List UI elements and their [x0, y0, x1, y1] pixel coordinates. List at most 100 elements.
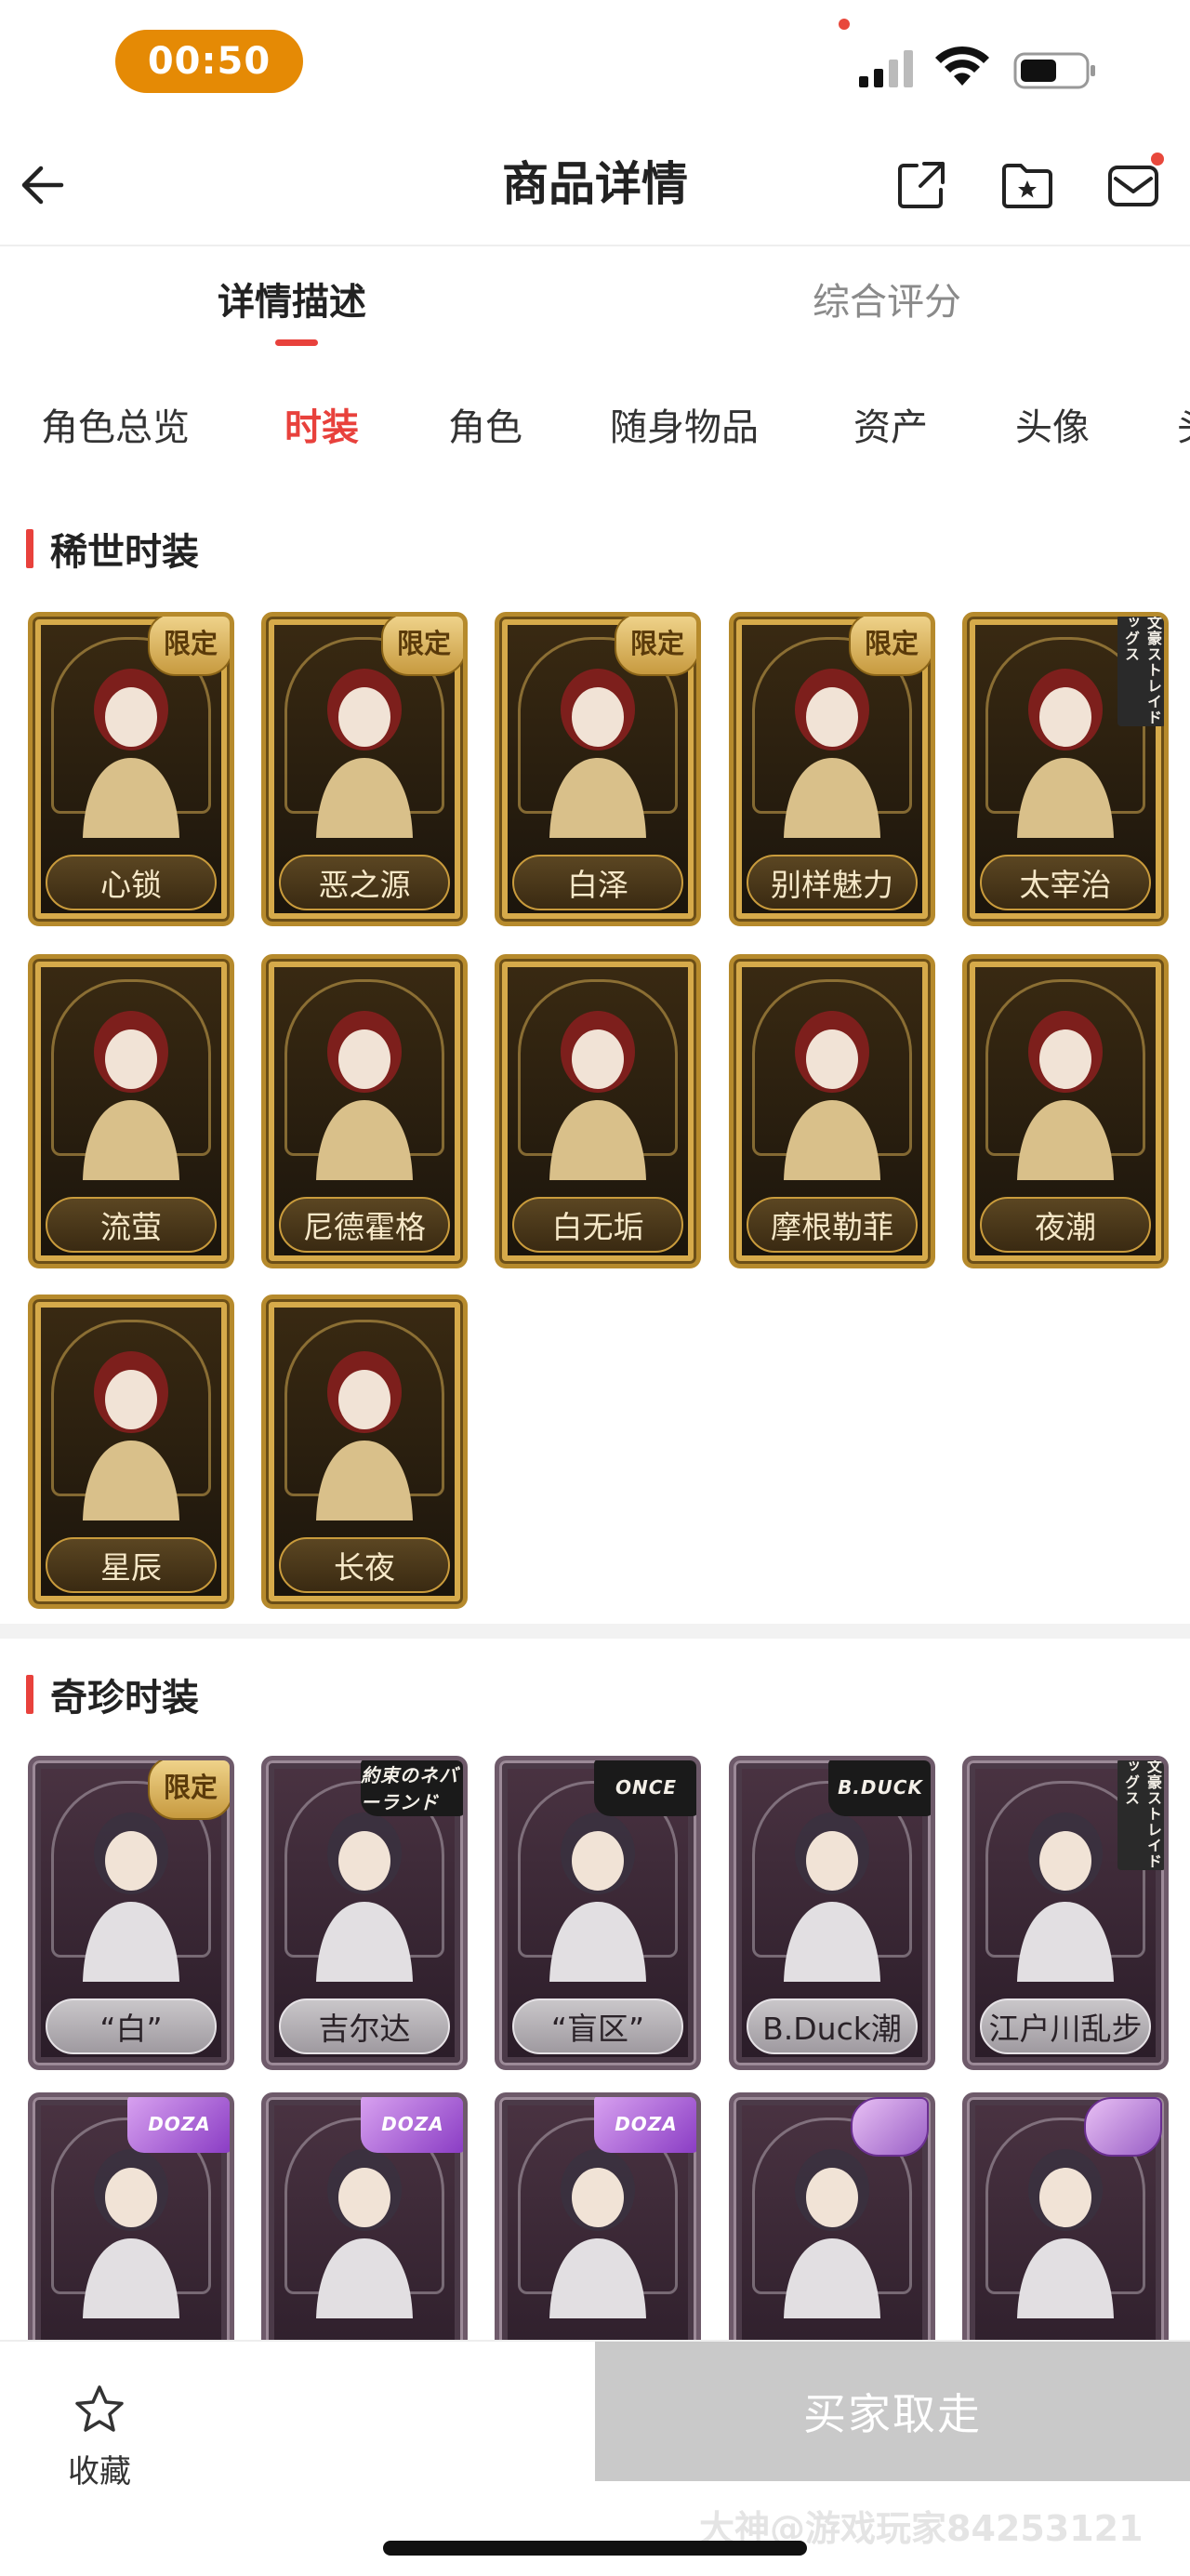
- character-portrait-image: [83, 1011, 179, 1180]
- costume-name: 星辰: [46, 1537, 217, 1593]
- subtab-avatars[interactable]: 头像: [1015, 402, 1090, 454]
- character-portrait-image: [83, 1812, 179, 1982]
- costume-name: 流萤: [46, 1197, 217, 1253]
- subtab-accessories[interactable]: 随身物品: [610, 402, 759, 454]
- tab-details[interactable]: 详情描述: [218, 276, 366, 328]
- section-accent-bar: [26, 1675, 33, 1714]
- character-portrait-image: [316, 1011, 413, 1180]
- costume-name: 江户川乱步: [980, 1998, 1151, 2054]
- bottom-action-bar: 收藏 买家取走 大神@游戏玩家84253121: [0, 2340, 1190, 2576]
- limited-badge-text: 限定: [864, 628, 919, 659]
- costume-name: 摩根勒菲: [747, 1197, 918, 1253]
- character-portrait-image: [1017, 1011, 1114, 1180]
- subtab-more[interactable]: 头: [1177, 402, 1190, 454]
- costume-name: 心锁: [46, 855, 217, 910]
- limited-badge: 限定: [381, 617, 463, 676]
- costume-card[interactable]: 吉尔达 約束のネバーランド: [261, 1756, 468, 2070]
- costume-card[interactable]: 心锁 限定: [28, 612, 234, 926]
- limited-badge: 限定: [148, 1760, 230, 1820]
- category-tabs: 角色总览 时装 角色 随身物品 资产 头像 头: [0, 391, 1190, 465]
- costume-name: 夜潮: [980, 1197, 1151, 1253]
- collab-badge: ONCE: [594, 1760, 696, 1816]
- costume-card[interactable]: 流萤: [28, 954, 234, 1268]
- costume-card[interactable]: B.Duck潮 B.DUCK: [729, 1756, 935, 2070]
- character-portrait-image: [83, 1351, 179, 1520]
- collab-badge: 約束のネバーランド: [361, 1760, 463, 1816]
- costume-card[interactable]: 白泽 限定: [495, 612, 701, 926]
- favorite-button[interactable]: 收藏: [48, 2360, 151, 2500]
- costume-card[interactable]: 星辰: [28, 1295, 234, 1609]
- costume-name: 尼德霍格: [279, 1197, 450, 1253]
- star-outline-icon: [75, 2385, 124, 2432]
- section-header-rare: 稀世时装: [26, 521, 199, 577]
- costume-card[interactable]: 长夜: [261, 1295, 468, 1609]
- costume-card[interactable]: “白” 限定: [28, 1756, 234, 2070]
- buyer-pickup-button[interactable]: 买家取走: [595, 2342, 1190, 2481]
- status-time: 00:50: [115, 30, 303, 93]
- notification-dot: [1151, 153, 1164, 166]
- section-accent-bar: [26, 529, 33, 568]
- character-portrait-image: [316, 1812, 413, 1982]
- subtab-costumes[interactable]: 时装: [284, 402, 359, 454]
- character-portrait-image: [1017, 1812, 1114, 1982]
- character-portrait-image: [549, 1011, 646, 1180]
- costume-card[interactable]: “盲区” ONCE: [495, 1756, 701, 2070]
- limited-badge: 限定: [615, 617, 696, 676]
- costume-card[interactable]: 白无垢: [495, 954, 701, 1268]
- active-tab-indicator: [275, 339, 318, 346]
- costume-name: 白泽: [512, 855, 683, 910]
- costume-card[interactable]: 别样魅力 限定: [729, 612, 935, 926]
- character-portrait-image: [83, 669, 179, 838]
- costume-card[interactable]: 恶之源 限定: [261, 612, 468, 926]
- subtab-assets[interactable]: 资产: [853, 402, 928, 454]
- costume-name: “白”: [46, 1998, 217, 2054]
- recording-indicator-icon: [839, 19, 850, 30]
- cellular-signal-icon: [859, 50, 913, 87]
- section-title-curio: 奇珍时装: [50, 1677, 199, 1720]
- costume-name: 白无垢: [512, 1197, 683, 1253]
- collab-badge: B.DUCK: [828, 1760, 931, 1816]
- limited-badge: 限定: [849, 617, 931, 676]
- limited-badge-text: 限定: [396, 628, 451, 659]
- page-title: 商品详情: [502, 157, 688, 211]
- character-portrait-image: [1017, 669, 1114, 838]
- costume-name: 吉尔达: [279, 1998, 450, 2054]
- limited-badge: 限定: [148, 617, 230, 676]
- character-portrait-image: [1017, 2149, 1114, 2318]
- share-icon[interactable]: [892, 156, 950, 214]
- collab-flower-badge-icon: [851, 2097, 929, 2157]
- limited-badge-text: 限定: [163, 1772, 218, 1803]
- collab-badge: 文豪ストレイドッグス: [1117, 617, 1164, 726]
- collab-badge: DOZA: [127, 2097, 230, 2153]
- costume-card[interactable]: 尼德霍格: [261, 954, 468, 1268]
- subtab-overview[interactable]: 角色总览: [41, 402, 190, 454]
- section-title-rare: 稀世时装: [50, 531, 199, 574]
- back-arrow-icon[interactable]: [17, 156, 74, 214]
- costume-name: 恶之源: [279, 855, 450, 910]
- battery-icon: [1013, 52, 1095, 89]
- favorite-folder-icon[interactable]: [998, 156, 1056, 214]
- limited-badge-text: 限定: [629, 628, 684, 659]
- character-portrait-image: [784, 1812, 880, 1982]
- status-bar: 00:50: [0, 0, 1190, 121]
- costume-name: B.Duck潮: [747, 1998, 918, 2054]
- costume-card[interactable]: 夜潮: [962, 954, 1169, 1268]
- wifi-icon: [935, 46, 989, 86]
- character-portrait-image: [784, 669, 880, 838]
- character-portrait-image: [549, 669, 646, 838]
- character-portrait-image: [549, 2149, 646, 2318]
- character-portrait-image: [316, 1351, 413, 1520]
- character-portrait-image: [83, 2149, 179, 2318]
- costume-name: 太宰治: [980, 855, 1151, 910]
- costume-card[interactable]: 江户川乱步 文豪ストレイドッグス: [962, 1756, 1169, 2070]
- costume-name: 别样魅力: [747, 855, 918, 910]
- costume-name: 长夜: [279, 1537, 450, 1593]
- message-icon[interactable]: [1104, 156, 1162, 214]
- costume-card[interactable]: 摩根勒菲: [729, 954, 935, 1268]
- limited-badge-text: 限定: [163, 628, 218, 659]
- section-divider: [0, 1624, 1190, 1639]
- tab-ratings[interactable]: 综合评分: [813, 276, 961, 328]
- costume-card[interactable]: 太宰治 文豪ストレイドッグス: [962, 612, 1169, 926]
- character-portrait-image: [316, 669, 413, 838]
- subtab-characters[interactable]: 角色: [448, 402, 522, 454]
